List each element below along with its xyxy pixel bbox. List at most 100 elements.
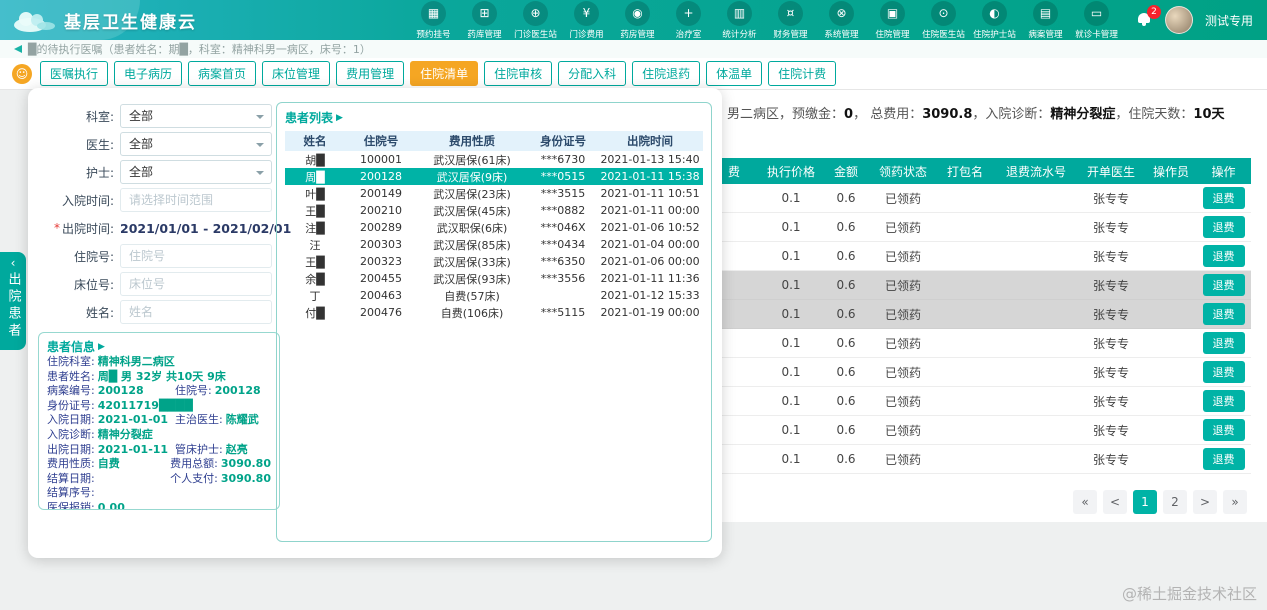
page-button[interactable]: 1 [1133,490,1157,514]
function-tab[interactable]: 电子病历 [114,61,183,86]
nav-item-inpatient-nurse[interactable]: ◐ 住院护士站 [972,0,1017,40]
inpatient-no-input[interactable] [120,244,272,268]
charge-column-header: 操作员 [1152,164,1189,179]
patient-list-row[interactable]: 付█ 200476 自费(106床) ***5115 2021-01-19 00:00 [285,304,703,321]
discharged-patients-panel: 科室: 全部 医生: 全部 护士: 全部 入院时间: 请选择时间范围 * 出院时… [28,88,722,558]
patient-list-cell: 2021-01-11 11:36 [600,272,700,285]
patient-list-row[interactable]: 注█ 200289 武汉职保(6床) ***046X 2021-01-06 10:52 [285,219,703,236]
patient-list-row[interactable]: 丁 200463 自费(57床) 2021-01-12 15:33 [285,287,703,304]
nav-item-appointment[interactable]: ▦ 预约挂号 [411,0,456,40]
arrow-right-icon: ▶ [336,112,343,123]
patient-list-row[interactable]: 余█ 200455 武汉居保(93床) ***3556 2021-01-11 11:36 [285,270,703,287]
app-title: 基层卫生健康云 [64,12,197,33]
function-tab[interactable]: 住院审核 [484,61,553,86]
app-root: 基层卫生健康云 ▦ 预约挂号 ⊞ 药库管理 ⊕ 门诊医生站 ¥ 门诊费用 ◉ 药房管理 + 治疗室 ▥ 统… [0,0,1267,610]
side-tab-discharged-patients[interactable]: ‹ 出院患者 [0,252,26,350]
avatar[interactable] [1164,6,1193,34]
page-button[interactable]: « [1073,490,1097,514]
admit-date-input[interactable] [120,188,272,212]
nurse-select[interactable]: 全部 [120,160,272,184]
nav-item-finance[interactable]: ¤ 财务管理 [768,0,813,40]
patient-list-cell: ***3515 [540,187,586,200]
nav-item-outpatient-fee[interactable]: ¥ 门诊费用 [564,0,609,40]
function-tab[interactable]: 住院清单 [410,61,479,86]
refund-button[interactable]: 退费 [1202,332,1245,354]
charge-cell: 已领药 [884,452,921,467]
refund-button[interactable]: 退费 [1202,361,1245,383]
function-tab[interactable]: 分配入科 [558,61,627,86]
nav-item-label: 住院护士站 [973,29,1016,40]
nav-item-system[interactable]: ⊗ 系统管理 [819,0,864,40]
function-tab[interactable]: 床位管理 [262,61,331,86]
patient-list-row[interactable]: 周█ 200128 武汉居保(9床) ***0515 2021-01-11 15:38 [285,168,703,185]
dept-select[interactable]: 全部 [120,104,272,128]
charge-table-row: 0.1 0.6 已领药 张专专 退费 [706,213,1251,242]
notifications-button[interactable]: 2 [1137,5,1161,28]
function-tab[interactable]: 病案首页 [188,61,257,86]
bed-no-input[interactable] [120,272,272,296]
patient-info-value: 精神分裂症 [97,427,153,441]
nav-item-label: 财务管理 [773,29,808,40]
side-tab-label: 出院患者 [5,272,21,340]
patient-list-row[interactable]: 王█ 200323 武汉居保(33床) ***6350 2021-01-06 00:00 [285,253,703,270]
charge-cell: 0.6 [836,423,856,437]
refund-button[interactable]: 退费 [1202,187,1245,209]
collapse-chevron-icon: ‹ [10,256,16,270]
nav-item-visit-card[interactable]: ▭ 就诊卡管理 [1074,0,1119,40]
charge-column-header: 领药状态 [878,164,927,179]
function-tab[interactable]: 体温单 [706,61,763,86]
function-tab[interactable]: 住院退药 [632,61,701,86]
refund-button[interactable]: 退费 [1202,303,1245,325]
nav-item-label: 预约挂号 [416,29,451,40]
patient-info-label: 病案编号: [47,384,95,398]
patient-list-cell: ***0434 [540,238,586,251]
charge-cell: 张专专 [1092,452,1129,467]
patient-list-row[interactable]: 胡█ 100001 武汉居保(61床) ***6730 2021-01-13 15:40 [285,151,703,168]
ward-summary-segment: 0 [844,107,854,122]
patient-list-cell: 王█ [305,255,325,269]
refund-button[interactable]: 退费 [1202,390,1245,412]
patient-info-label: 入院诊断: [47,427,95,441]
charge-cell: 0.6 [836,394,856,408]
nav-item-medical-records[interactable]: ▤ 病案管理 [1023,0,1068,40]
nav-item-inpatient-mgmt[interactable]: ▣ 住院管理 [870,0,915,40]
patient-info-line: 住院科室: 精神科男二病区 [47,355,271,370]
nav-item-dispensary[interactable]: ◉ 药房管理 [615,0,660,40]
patient-info-line: 医保报销: 0.00 [47,500,271,510]
nav-item-treatment-room[interactable]: + 治疗室 [666,0,711,40]
charge-cell: 0.1 [781,365,801,379]
patient-info-label: 医保报销: [47,500,95,510]
refund-button[interactable]: 退费 [1202,448,1245,470]
function-tab[interactable]: 住院计费 [768,61,837,86]
doctor-select[interactable]: 全部 [120,132,272,156]
patient-list-row[interactable]: 王█ 200210 武汉居保(45床) ***0882 2021-01-11 00:00 [285,202,703,219]
outpatient-doctor-icon: ⊕ [522,0,548,26]
name-input[interactable] [120,300,272,324]
page-button[interactable]: 2 [1163,490,1187,514]
charge-cell: 0.1 [781,191,801,205]
refund-button[interactable]: 退费 [1202,245,1245,267]
page-button[interactable]: < [1103,490,1127,514]
patient-list-row[interactable]: 叶█ 200149 武汉居保(23床) ***3515 2021-01-11 10:51 [285,185,703,202]
refund-button[interactable]: 退费 [1202,216,1245,238]
patient-list-cell: 2021-01-11 00:00 [600,204,700,217]
nav-item-inpatient-doctor[interactable]: ⊙ 住院医生站 [921,0,966,40]
patient-list-cell: 200455 [360,272,402,285]
patient-info-body: 住院科室: 精神科男二病区 患者姓名: 周█ 男 32岁 共10天 9床 病案编号: 20… [47,355,271,510]
charge-cell: 0.6 [836,249,856,263]
nav-item-stats-analysis[interactable]: ▥ 统计分析 [717,0,762,40]
nav-item-drug-store[interactable]: ⊞ 药库管理 [462,0,507,40]
patient-list-cell: 2021-01-12 15:33 [600,289,700,302]
patient-list-row[interactable]: 汪 200303 武汉居保(85床) ***0434 2021-01-04 00:00 [285,236,703,253]
refund-button[interactable]: 退费 [1202,419,1245,441]
nav-item-outpatient-doctor[interactable]: ⊕ 门诊医生站 [513,0,558,40]
ward-summary-segment: ，入院诊断： [972,107,1051,122]
function-tab[interactable]: 医嘱执行 [40,61,109,86]
page-button[interactable]: > [1193,490,1217,514]
patient-info-pair: 费用性质: 自费 [47,457,170,472]
patient-info-line: 入院诊断: 精神分裂症 [47,428,271,443]
refund-button[interactable]: 退费 [1202,274,1245,296]
discharge-date-range[interactable]: 2021/01/01 - 2021/02/01 [120,221,291,236]
page-button[interactable]: » [1223,490,1247,514]
function-tab[interactable]: 费用管理 [336,61,405,86]
